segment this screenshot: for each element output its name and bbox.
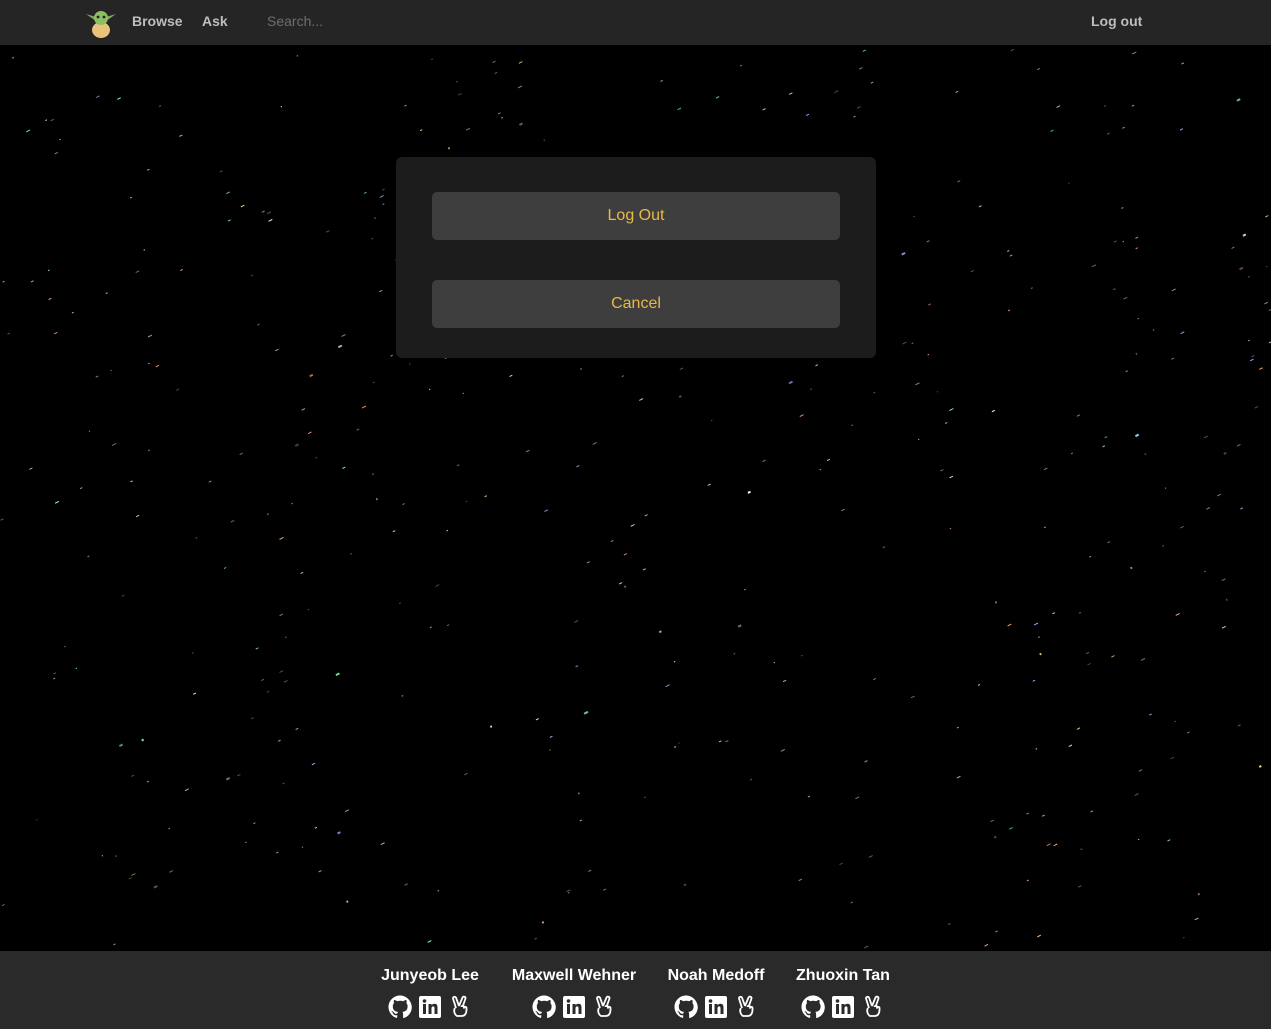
nav-logout-link[interactable]: Log out bbox=[1091, 13, 1142, 29]
cancel-button[interactable]: Cancel bbox=[432, 280, 840, 328]
member-junyeob-lee: Junyeob Lee bbox=[371, 967, 489, 1019]
github-icon[interactable] bbox=[532, 995, 556, 1019]
baby-yoda-logo-icon[interactable] bbox=[85, 4, 117, 38]
linkedin-icon[interactable] bbox=[831, 995, 855, 1019]
member-name: Maxwell Wehner bbox=[511, 967, 637, 984]
member-maxwell-wehner: Maxwell Wehner bbox=[508, 967, 640, 1019]
linkedin-icon[interactable] bbox=[704, 995, 728, 1019]
github-icon[interactable] bbox=[801, 995, 825, 1019]
member-zhuoxin-tan: Zhuoxin Tan bbox=[788, 967, 898, 1019]
github-icon[interactable] bbox=[388, 995, 412, 1019]
search-input[interactable] bbox=[260, 8, 494, 34]
peace-hand-icon[interactable] bbox=[734, 995, 758, 1019]
peace-hand-icon[interactable] bbox=[861, 995, 885, 1019]
member-name: Junyeob Lee bbox=[381, 967, 479, 984]
nav-ask-link[interactable]: Ask bbox=[202, 13, 228, 29]
peace-hand-icon[interactable] bbox=[448, 995, 472, 1019]
nav-browse-link[interactable]: Browse bbox=[132, 13, 183, 29]
github-icon[interactable] bbox=[674, 995, 698, 1019]
member-name: Noah Medoff bbox=[667, 967, 765, 984]
member-noah-medoff: Noah Medoff bbox=[660, 967, 772, 1019]
linkedin-icon[interactable] bbox=[562, 995, 586, 1019]
confirm-logout-button[interactable]: Log Out bbox=[432, 192, 840, 240]
peace-hand-icon[interactable] bbox=[592, 995, 616, 1019]
footer: Junyeob Lee Maxwell Wehner Noah Medoff Z… bbox=[0, 951, 1271, 1029]
navbar: Browse Ask Log out bbox=[0, 0, 1271, 45]
member-name: Zhuoxin Tan bbox=[796, 967, 890, 984]
logout-confirm-modal: Log Out Cancel bbox=[396, 157, 876, 358]
linkedin-icon[interactable] bbox=[418, 995, 442, 1019]
